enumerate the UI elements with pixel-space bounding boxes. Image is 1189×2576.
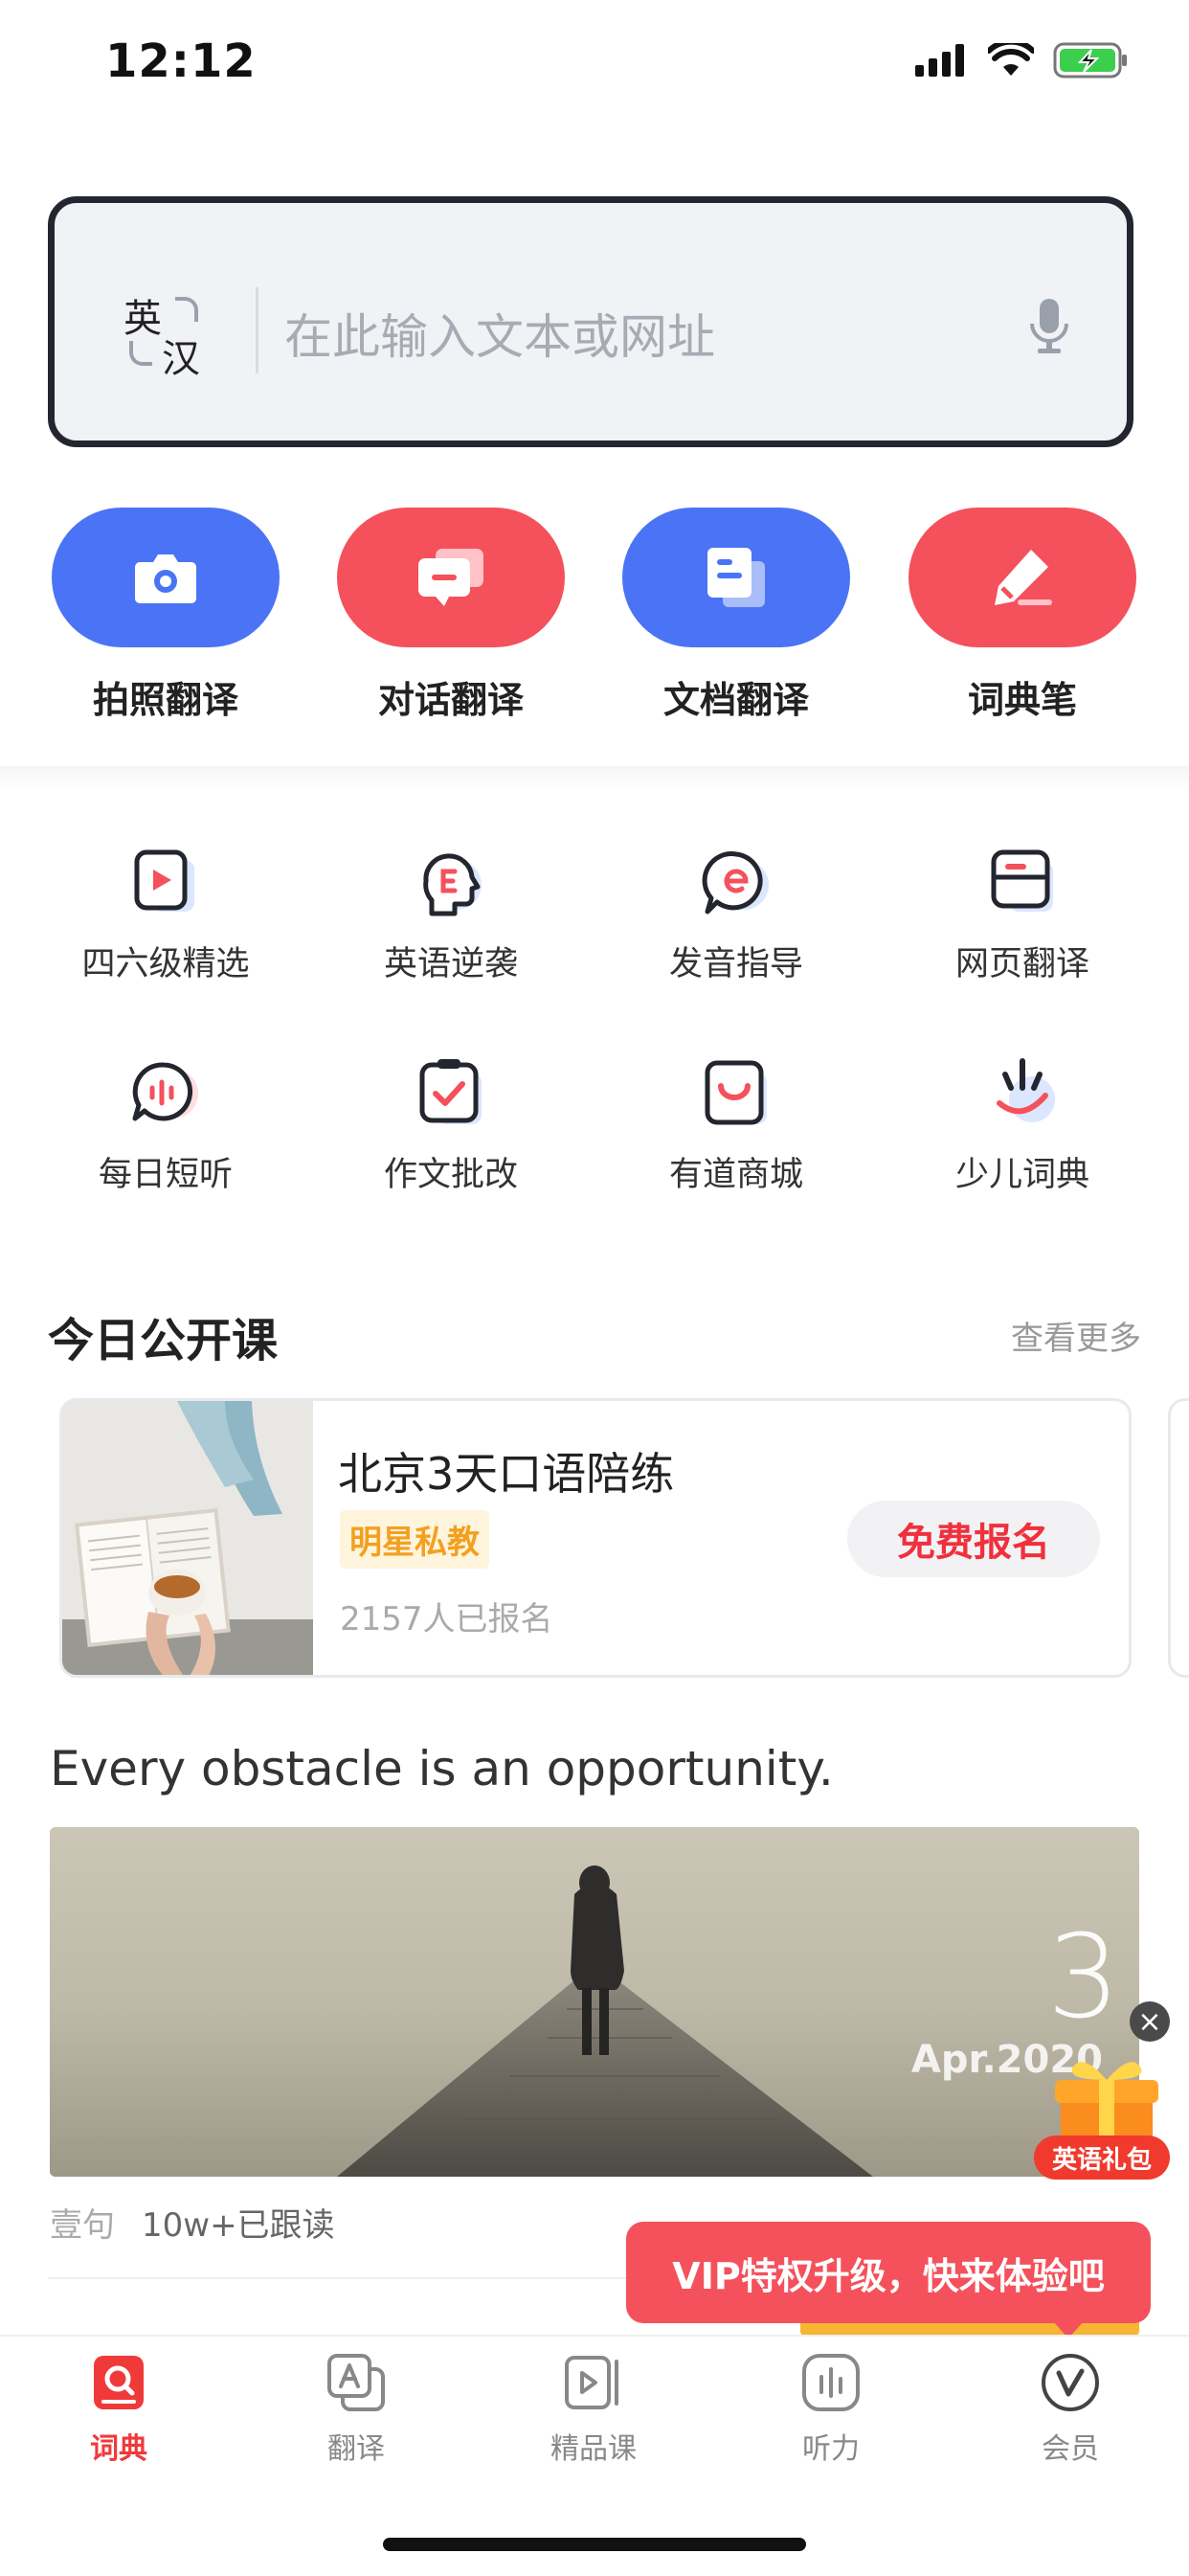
dictionary-pen-label: 词典笔 xyxy=(967,679,1077,721)
search-divider xyxy=(256,287,258,373)
grid-label: 英语逆袭 xyxy=(383,945,518,983)
vip-tab-icon xyxy=(1040,2352,1101,2413)
grid-item-youdao-mall[interactable]: 有道商城 xyxy=(593,1055,880,1196)
video-play-icon xyxy=(127,845,204,921)
photo-translate-pill[interactable] xyxy=(52,508,280,647)
vip-upgrade-toast[interactable]: VIP特权升级，快来体验吧 xyxy=(626,2222,1151,2323)
course-tag: 明星私教 xyxy=(340,1510,489,1569)
shopping-bag-icon xyxy=(698,1055,774,1132)
tab-listening[interactable]: 听力 xyxy=(712,2352,950,2467)
course-tab-icon xyxy=(563,2352,624,2413)
free-signup-button[interactable]: 免费报名 xyxy=(847,1501,1100,1577)
document-icon xyxy=(707,548,765,607)
tab-label: 精品课 xyxy=(550,2432,637,2466)
tab-courses[interactable]: 精品课 xyxy=(475,2352,712,2467)
grid-label: 有道商城 xyxy=(668,1156,803,1194)
grid-item-cet[interactable]: 四六级精选 xyxy=(22,845,309,985)
signal-icon xyxy=(915,44,964,77)
quote-day: 3 xyxy=(1046,1911,1120,2045)
tab-label: 词典 xyxy=(90,2432,147,2466)
grid-label: 每日短听 xyxy=(98,1156,233,1194)
tab-translate[interactable]: 翻译 xyxy=(237,2352,475,2467)
grid-item-web-translate[interactable]: 网页翻译 xyxy=(879,845,1166,985)
dialogue-translate-pill[interactable] xyxy=(337,508,565,647)
pen-icon xyxy=(995,550,1052,605)
dialogue-translate-button[interactable] xyxy=(337,508,565,647)
swap-arrow-icon-2 xyxy=(129,341,152,366)
status-icons xyxy=(915,42,1130,79)
document-translate-label: 文档翻译 xyxy=(662,679,809,721)
grid-label: 网页翻译 xyxy=(954,945,1089,983)
dialogue-translate-label: 对话翻译 xyxy=(377,679,524,721)
section-separator xyxy=(0,766,1189,791)
language-switch-button[interactable]: 英 汉 xyxy=(123,287,210,381)
battery-charging-icon xyxy=(1053,42,1127,79)
kids-dictionary-icon xyxy=(984,1055,1061,1132)
grid-item-essay-correction[interactable]: 作文批改 xyxy=(307,1055,594,1196)
dictionary-tab-icon xyxy=(88,2352,149,2413)
tab-label: 翻译 xyxy=(327,2432,385,2466)
quote-readers: 10w+已跟读 xyxy=(142,2206,335,2245)
grid-label: 发音指导 xyxy=(668,945,803,983)
status-time: 12:12 xyxy=(105,34,257,88)
tab-label: 听力 xyxy=(802,2432,860,2466)
see-more-link[interactable]: 查看更多 xyxy=(1011,1312,1141,1359)
grid-label: 四六级精选 xyxy=(81,945,250,983)
course-thumbnail xyxy=(62,1401,313,1675)
listening-tab-icon xyxy=(800,2352,862,2413)
course-title: 北京3天口语陪练 xyxy=(338,1448,675,1500)
grid-label: 作文批改 xyxy=(383,1156,518,1194)
document-translate-button[interactable] xyxy=(622,508,850,647)
tab-label: 会员 xyxy=(1042,2432,1099,2466)
quote-source: 壹句 xyxy=(50,2206,115,2245)
listen-bubble-icon xyxy=(127,1055,204,1132)
dictionary-pen-pill[interactable] xyxy=(909,508,1136,647)
microphone-icon[interactable] xyxy=(1027,297,1071,354)
grid-item-kids-dictionary[interactable]: 少儿词典 xyxy=(879,1055,1166,1196)
head-e-icon xyxy=(413,845,489,921)
gift-close-button[interactable]: × xyxy=(1130,2001,1170,2042)
daily-quote-photo[interactable] xyxy=(50,1827,1139,2177)
course-card[interactable]: 北京3天口语陪练 明星私教 2157人已报名 免费报名 xyxy=(59,1398,1132,1678)
home-indicator[interactable] xyxy=(383,2538,806,2551)
pronunciation-icon xyxy=(698,845,774,921)
next-course-card-peek[interactable] xyxy=(1168,1398,1189,1678)
section-title-today-class: 今日公开课 xyxy=(48,1314,279,1367)
translate-tab-icon xyxy=(325,2352,387,2413)
dictionary-pen-button[interactable] xyxy=(909,508,1136,647)
document-translate-pill[interactable] xyxy=(622,508,850,647)
check-clipboard-icon xyxy=(413,1055,489,1132)
gift-label[interactable]: 英语礼包 xyxy=(1034,2135,1170,2180)
grid-label: 少儿词典 xyxy=(954,1156,1089,1194)
course-enrolled-count: 2157人已报名 xyxy=(340,1600,553,1638)
webpage-icon xyxy=(984,845,1061,921)
search-input[interactable]: 在此输入文本或网址 xyxy=(284,299,715,368)
chat-icon xyxy=(418,549,483,606)
grid-item-pronunciation[interactable]: 发音指导 xyxy=(593,845,880,985)
daily-quote-text: Every obstacle is an opportunity. xyxy=(50,1741,834,1796)
search-box[interactable]: 英 汉 在此输入文本或网址 xyxy=(48,196,1133,447)
tab-dictionary[interactable]: 词典 xyxy=(0,2352,237,2467)
photo-translate-label: 拍照翻译 xyxy=(92,679,238,721)
swap-arrow-icon xyxy=(175,297,198,322)
grid-item-english-comeback[interactable]: 英语逆袭 xyxy=(307,845,594,985)
grid-item-daily-listening[interactable]: 每日短听 xyxy=(22,1055,309,1196)
tab-membership[interactable]: 会员 xyxy=(952,2352,1189,2467)
wifi-icon xyxy=(988,43,1034,76)
photo-translate-button[interactable] xyxy=(52,508,280,647)
lang-to: 汉 xyxy=(162,337,200,381)
lang-from: 英 xyxy=(123,297,162,341)
camera-icon xyxy=(135,554,196,603)
